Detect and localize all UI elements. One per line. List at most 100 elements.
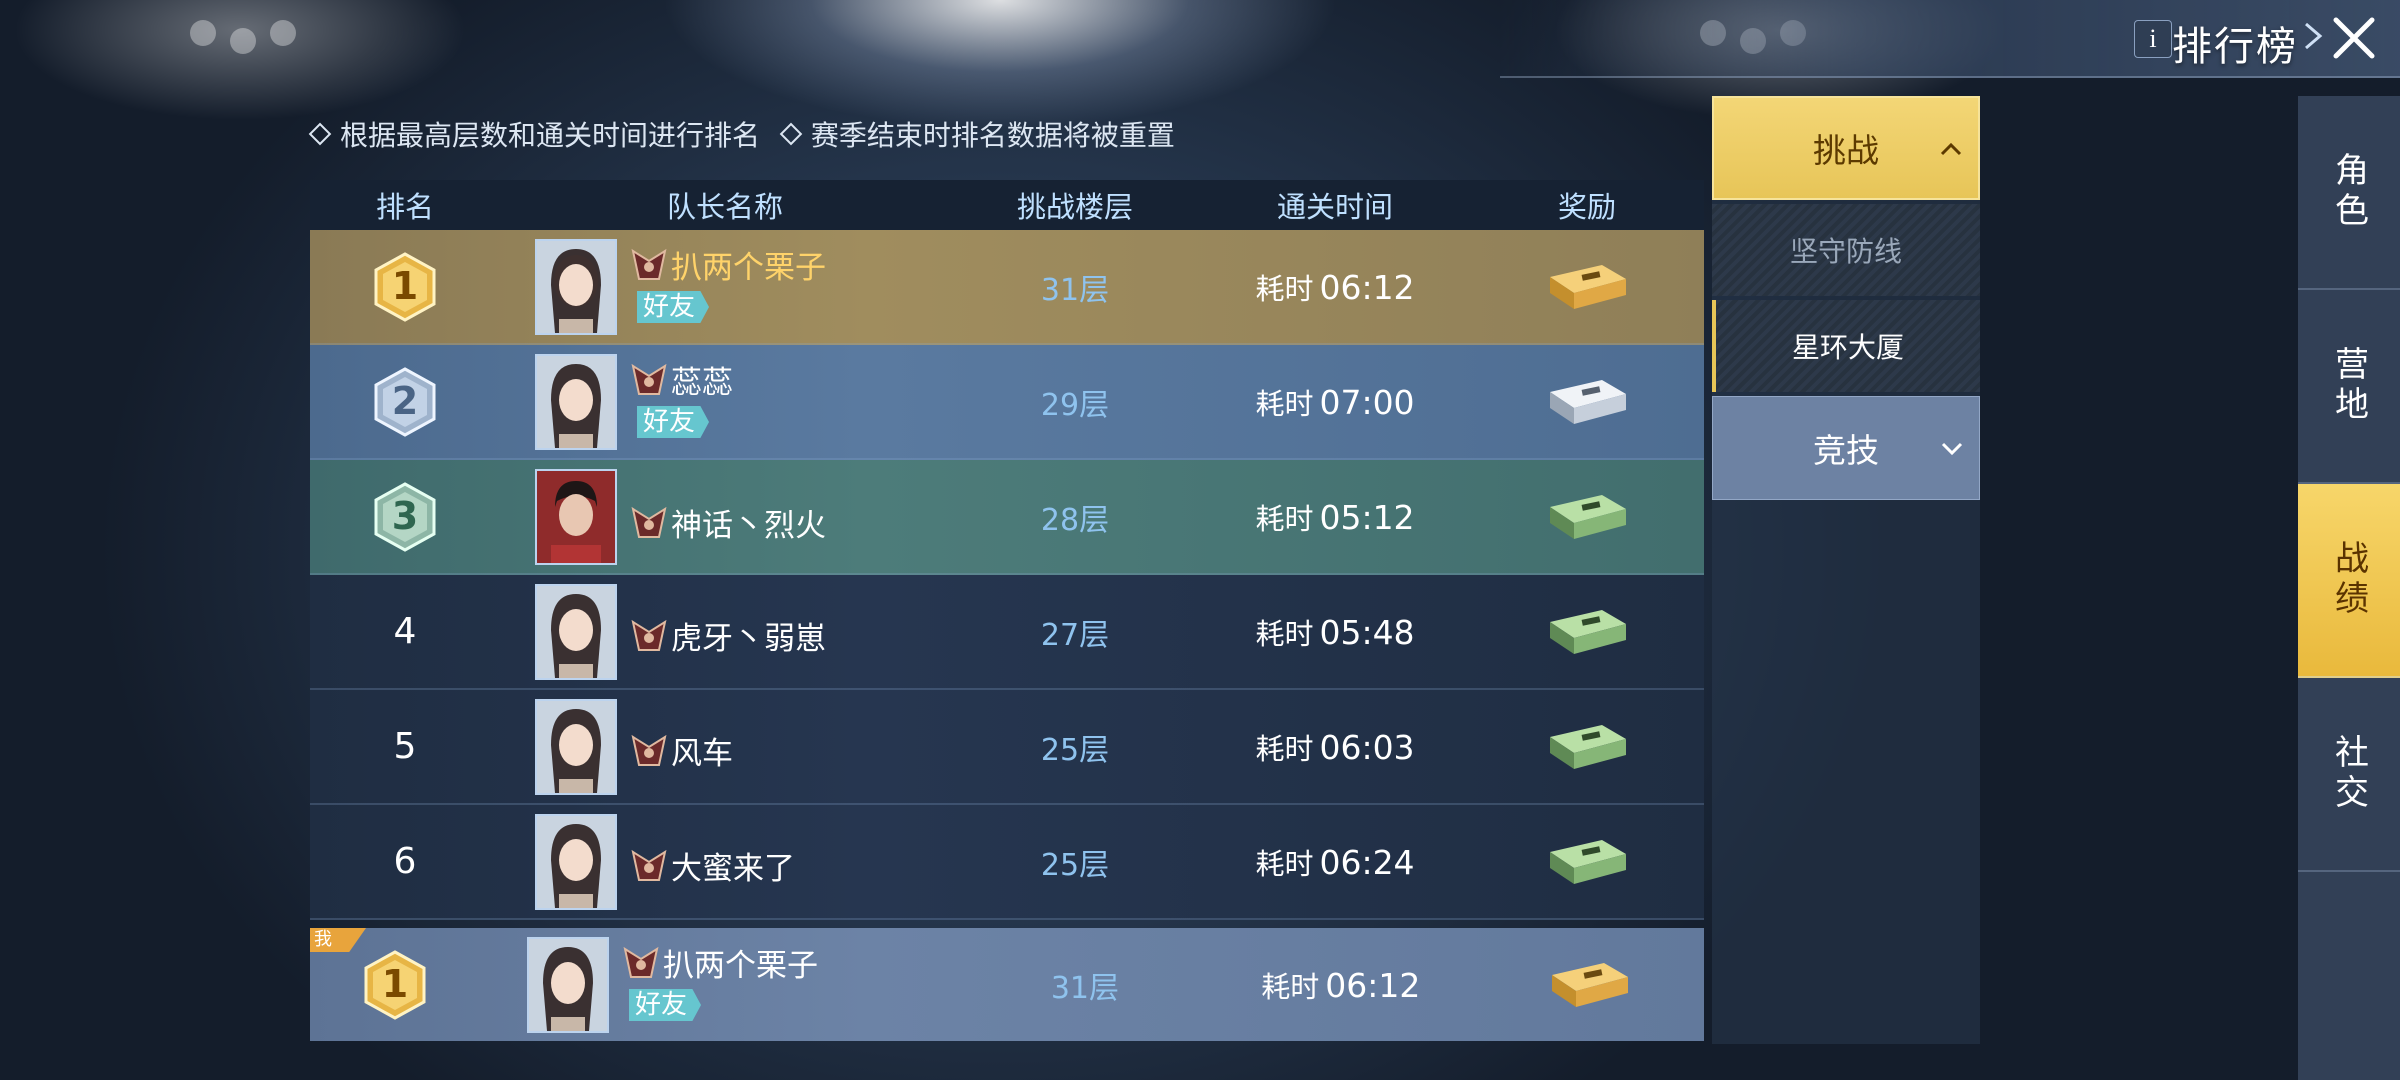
player-name: 神话丶烈火	[671, 508, 826, 544]
table-row[interactable]: 5 风车 25层 耗时 06:03	[310, 690, 1704, 805]
player-name: 风车	[671, 736, 733, 772]
leader-cell: 扒两个栗子 好友	[500, 238, 950, 335]
reward-cell	[1470, 485, 1704, 549]
leader-cell: 扒两个栗子 好友	[497, 936, 940, 1033]
avatar[interactable]	[535, 468, 617, 565]
title-emblem-icon	[631, 506, 667, 538]
time-cell: 耗时 06:24	[1255, 842, 1415, 882]
header-bar: i 排行榜	[1500, 0, 2400, 78]
table-row[interactable]: 2 蕊蕊 好友 29层 耗时 07:00	[310, 345, 1704, 460]
title-arrow-icon	[2305, 22, 2323, 50]
friend-badge: 好友	[629, 989, 702, 1021]
player-name: 大蜜来了	[671, 851, 795, 887]
side-nav-social[interactable]: 社交	[2298, 678, 2400, 872]
leader-cell: 风车	[500, 698, 950, 795]
player-name: 扒两个栗子	[663, 948, 818, 984]
silver-medal-icon: 2	[370, 366, 440, 437]
subcategory-label: 星环大厦	[1791, 331, 1904, 364]
table-row[interactable]: 4 虎牙丶弱崽 27层 耗时 05:48	[310, 575, 1704, 690]
header-time: 通关时间	[1276, 190, 1393, 224]
leader-cell: 神话丶烈火	[500, 468, 950, 565]
title-emblem-icon	[631, 363, 667, 395]
avatar[interactable]	[535, 353, 617, 450]
header-leader: 队长名称	[666, 190, 783, 224]
table-row[interactable]: 1 扒两个栗子 好友 31层 耗时 06:12	[310, 230, 1704, 345]
name-block: 风车	[629, 728, 733, 773]
time-cell: 耗时 07:00	[1255, 382, 1415, 422]
title-emblem-icon	[623, 946, 659, 978]
category-competitive[interactable]: 竞技	[1712, 396, 1980, 500]
side-nav: 角色 营地 战绩 社交	[2298, 96, 2400, 1080]
avatar[interactable]	[535, 698, 617, 795]
avatar[interactable]	[535, 813, 617, 910]
subcategory-label: 坚守防线	[1789, 235, 1902, 268]
rank-cell: 1	[310, 949, 497, 1020]
reward-cell	[1470, 255, 1704, 319]
floor-value: 25层	[1040, 847, 1110, 883]
gold-chest-icon[interactable]	[1544, 953, 1634, 1013]
hint-1: 根据最高层数和通关时间进行排名	[308, 119, 760, 152]
time-cell: 耗时 05:48	[1255, 612, 1415, 652]
reward-cell	[1470, 715, 1704, 779]
side-nav-camp[interactable]: 营地	[2298, 290, 2400, 484]
green-chest-icon[interactable]	[1542, 485, 1632, 545]
info-icon[interactable]: i	[2134, 20, 2172, 58]
friend-badge: 好友	[637, 406, 710, 438]
avatar[interactable]	[535, 238, 617, 335]
header-rank: 排名	[375, 190, 434, 224]
name-block: 神话丶烈火	[629, 500, 826, 545]
chevron-down-icon	[1941, 442, 1963, 456]
name-block: 扒两个栗子 好友	[621, 940, 818, 1021]
reward-cell	[1470, 370, 1704, 434]
gold-medal-icon: 1	[360, 949, 430, 1020]
rank-number: 6	[393, 841, 417, 882]
time-cell: 耗时 06:12	[1255, 267, 1415, 307]
chevron-up-icon	[1940, 142, 1962, 156]
avatar[interactable]	[527, 936, 609, 1033]
name-block: 虎牙丶弱崽	[629, 613, 826, 658]
category-panel: 挑战 坚守防线 星环大厦 竞技	[1712, 96, 1980, 1044]
name-block: 蕊蕊 好友	[629, 357, 733, 438]
title-emblem-icon	[631, 734, 667, 766]
my-rank-row[interactable]: 我 1 扒两个栗子 好友 31层 耗时 06:12	[310, 928, 1704, 1041]
close-icon[interactable]	[2330, 14, 2378, 62]
leader-cell: 大蜜来了	[500, 813, 950, 910]
rank-cell: 1	[310, 251, 500, 322]
subcategory-star-ring-tower[interactable]: 星环大厦	[1712, 300, 1980, 392]
table-header: 排名 队长名称 挑战楼层 通关时间 奖励	[310, 180, 1704, 230]
diamond-icon	[308, 122, 332, 146]
side-nav-character[interactable]: 角色	[2298, 96, 2400, 290]
title-emblem-icon	[631, 849, 667, 881]
bronze-medal-icon: 3	[370, 481, 440, 552]
gold-medal-icon: 1	[370, 251, 440, 322]
leader-cell: 蕊蕊 好友	[500, 353, 950, 450]
me-tag: 我	[310, 928, 366, 952]
time-cell: 耗时 06:12	[1261, 965, 1421, 1005]
ranking-table: 排名 队长名称 挑战楼层 通关时间 奖励 1 扒两个栗子 好友 31层 耗时 0…	[310, 180, 1704, 1041]
diamond-icon	[779, 122, 803, 146]
silver-chest-icon[interactable]	[1542, 370, 1632, 430]
side-nav-records[interactable]: 战绩	[2298, 484, 2400, 678]
reward-cell	[1470, 830, 1704, 894]
side-nav-label: 营地	[2328, 346, 2369, 426]
player-name: 扒两个栗子	[671, 250, 826, 286]
category-challenge[interactable]: 挑战	[1712, 96, 1980, 200]
reward-cell	[1474, 953, 1704, 1017]
floor-value: 27层	[1040, 617, 1110, 653]
table-row[interactable]: 3 神话丶烈火 28层 耗时 05:12	[310, 460, 1704, 575]
floor-value: 25层	[1040, 732, 1110, 768]
floor-value: 31层	[1040, 272, 1110, 308]
time-cell: 耗时 05:12	[1255, 497, 1415, 537]
green-chest-icon[interactable]	[1542, 715, 1632, 775]
category-competitive-label: 竞技	[1813, 431, 1879, 470]
green-chest-icon[interactable]	[1542, 600, 1632, 660]
subcategory-hold-the-line[interactable]: 坚守防线	[1712, 204, 1980, 296]
green-chest-icon[interactable]	[1542, 830, 1632, 890]
gold-chest-icon[interactable]	[1542, 255, 1632, 315]
name-block: 大蜜来了	[629, 843, 795, 888]
avatar[interactable]	[535, 583, 617, 680]
player-name: 虎牙丶弱崽	[671, 621, 826, 657]
side-nav-label: 战绩	[2328, 540, 2369, 620]
table-row[interactable]: 6 大蜜来了 25层 耗时 06:24	[310, 805, 1704, 920]
rank-cell: 2	[310, 366, 500, 437]
